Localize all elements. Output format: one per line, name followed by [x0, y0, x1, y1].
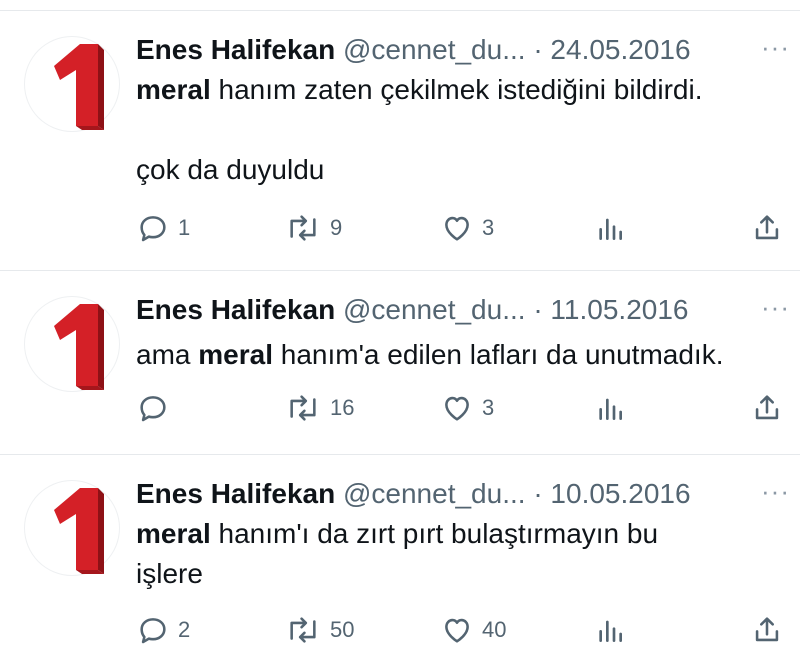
author-name[interactable]: Enes Halifekan [136, 34, 335, 65]
separator-dot: · [533, 294, 543, 325]
like-count: 40 [482, 617, 507, 642]
reply-count: 2 [178, 617, 191, 642]
tweet-text: ama meral hanım'a edilen lafları da unut… [136, 335, 786, 375]
like-count: 3 [482, 215, 495, 240]
retweet-icon [290, 617, 316, 643]
author-handle[interactable]: @cennet_du... [343, 34, 526, 65]
retweet-button[interactable]: 9 [284, 208, 342, 248]
author-handle[interactable]: @cennet_du... [343, 478, 526, 509]
reply-icon [140, 396, 166, 422]
share-button[interactable] [750, 208, 784, 248]
retweet-count: 16 [330, 395, 355, 420]
avatar-one-logo [54, 304, 104, 390]
tweet-text-line: çok da duyuldu [136, 154, 325, 185]
tweet-actions: 2 50 40 [136, 610, 786, 650]
like-button[interactable]: 3 [440, 208, 494, 248]
retweet-icon [290, 215, 316, 241]
share-button[interactable] [750, 610, 784, 650]
author-name[interactable]: Enes Halifekan [136, 294, 335, 325]
tweet-actions: 16 3 [136, 388, 786, 428]
tweet-text-line: meral hanım zaten çekilmek istediğini bi… [136, 70, 786, 110]
like-button[interactable]: 40 [440, 610, 506, 650]
share-button[interactable] [750, 388, 784, 428]
reply-icon [140, 216, 166, 242]
avatar-one-logo [54, 488, 104, 574]
separator-dot: · [533, 34, 543, 65]
share-icon [755, 395, 779, 420]
mention-bold: meral [198, 339, 273, 370]
reply-button[interactable]: 2 [136, 610, 190, 650]
mention-bold: meral [136, 74, 211, 105]
tweet-date[interactable]: 24.05.2016 [550, 34, 690, 65]
views-button[interactable] [594, 388, 626, 428]
tweet-text-line: ama meral hanım'a edilen lafları da unut… [136, 335, 786, 375]
share-icon [755, 215, 779, 240]
more-icon[interactable]: ··· [761, 290, 790, 324]
retweet-count: 9 [330, 215, 343, 240]
views-button[interactable] [594, 610, 626, 650]
avatar[interactable] [24, 36, 120, 132]
like-icon [445, 216, 469, 241]
share-icon [755, 617, 779, 642]
tweet[interactable]: Enes Halifekan @cennet_du... · 24.05.201… [0, 30, 800, 260]
retweet-icon [290, 395, 316, 421]
tweet-date[interactable]: 11.05.2016 [550, 294, 688, 325]
reply-icon [140, 618, 166, 644]
tweet-header: Enes Halifekan @cennet_du... · 11.05.201… [136, 290, 780, 330]
tweet-date[interactable]: 10.05.2016 [550, 478, 690, 509]
more-icon[interactable]: ··· [761, 30, 790, 64]
author-name[interactable]: Enes Halifekan [136, 478, 335, 509]
views-icon [599, 398, 622, 420]
avatar[interactable] [24, 296, 120, 392]
views-icon [599, 620, 622, 642]
tweet-header: Enes Halifekan @cennet_du... · 24.05.201… [136, 30, 780, 70]
views-icon [599, 218, 622, 240]
separator-dot: · [533, 478, 543, 509]
views-button[interactable] [594, 208, 626, 248]
avatar[interactable] [24, 480, 120, 576]
like-count: 3 [482, 395, 495, 420]
tweet-text-prefix: ama [136, 339, 199, 370]
tweet[interactable]: Enes Halifekan @cennet_du... · 10.05.201… [0, 474, 800, 652]
retweet-count: 50 [330, 617, 355, 642]
like-icon [445, 618, 469, 643]
like-button[interactable]: 3 [440, 388, 494, 428]
reply-count: 1 [178, 215, 191, 240]
tweet-text: meral hanım zaten çekilmek istediğini bi… [136, 70, 786, 190]
tweet-divider [0, 270, 800, 271]
retweet-button[interactable]: 50 [284, 610, 354, 650]
tweet[interactable]: Enes Halifekan @cennet_du... · 11.05.201… [0, 290, 800, 440]
tweet-header: Enes Halifekan @cennet_du... · 10.05.201… [136, 474, 780, 514]
author-handle[interactable]: @cennet_du... [343, 294, 526, 325]
tweet-text-rest: hanım'ı da zırt pırt bulaştırmayın bu [210, 518, 659, 549]
reply-button[interactable]: 1 [136, 208, 190, 248]
tweet-actions: 1 9 3 [136, 208, 786, 248]
avatar-one-logo [54, 44, 104, 130]
reply-button[interactable] [136, 388, 178, 428]
tweet-text-rest: hanım zaten çekilmek istediğini bildirdi… [210, 74, 703, 105]
like-icon [445, 396, 469, 421]
more-icon[interactable]: ··· [761, 474, 790, 508]
top-divider [0, 10, 800, 11]
tweet-divider [0, 454, 800, 455]
retweet-button[interactable]: 16 [284, 388, 354, 428]
mention-bold: meral [136, 518, 211, 549]
tweet-text: meral hanım'ı da zırt pırt bulaştırmayın… [136, 514, 786, 594]
tweet-text-line: işlere [136, 558, 203, 589]
tweet-text-rest: hanım'a edilen lafları da unutmadık. [272, 339, 724, 370]
tweet-text-line: meral hanım'ı da zırt pırt bulaştırmayın… [136, 514, 786, 554]
